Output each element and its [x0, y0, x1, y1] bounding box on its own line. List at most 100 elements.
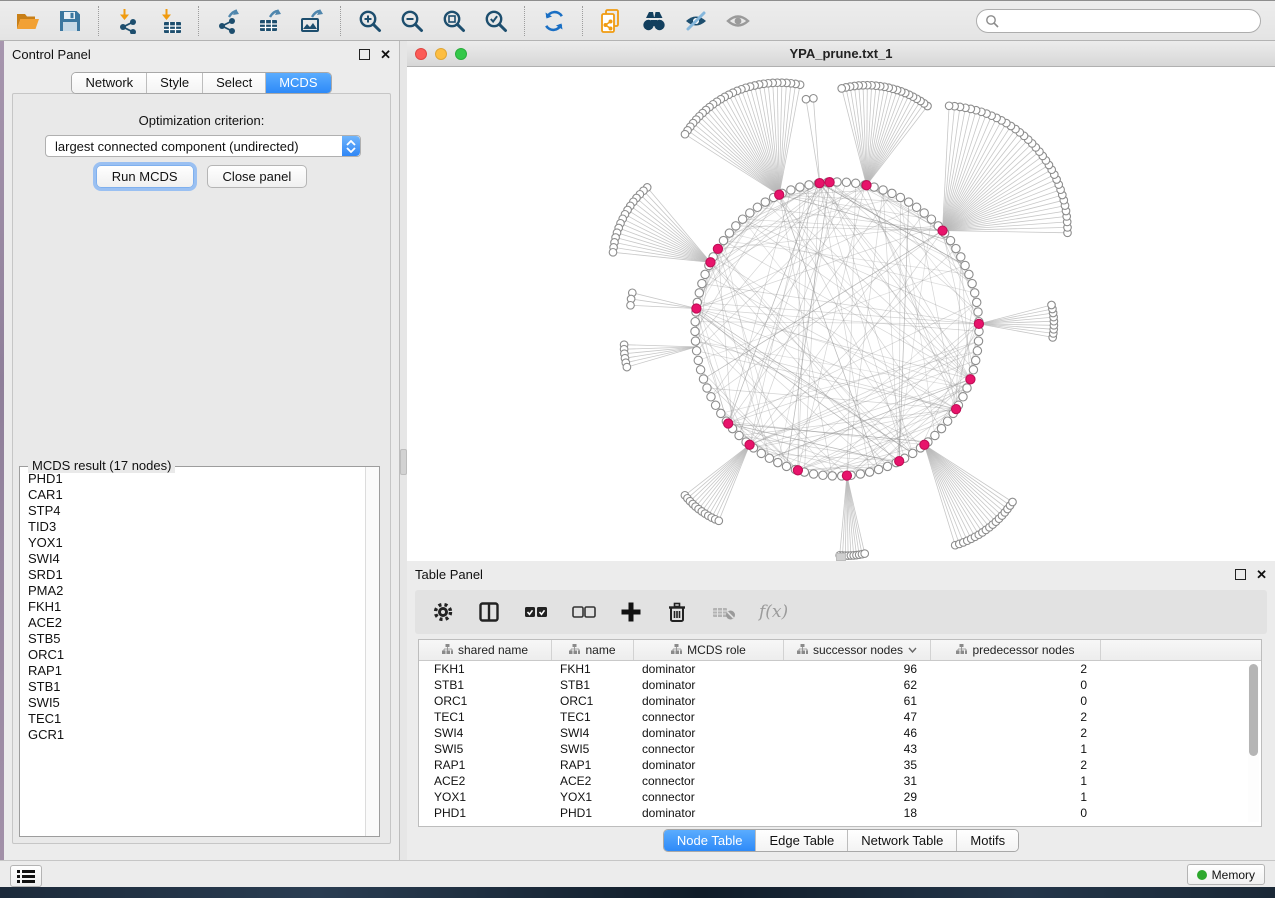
search-input[interactable] [1005, 13, 1252, 29]
network-node[interactable] [692, 347, 700, 355]
network-node[interactable] [968, 279, 976, 287]
network-node[interactable] [961, 261, 969, 269]
table-scrollbar[interactable] [1248, 664, 1259, 822]
mcds-result-item[interactable]: FKH1 [28, 599, 365, 615]
mcds-result-item[interactable]: TEC1 [28, 711, 365, 727]
delete-columns-button[interactable] [665, 600, 689, 624]
close-window-button[interactable] [415, 48, 427, 60]
mcds-result-item[interactable]: ORC1 [28, 647, 365, 663]
network-node[interactable] [703, 384, 711, 392]
table-row[interactable]: RAP1RAP1dominator352 [419, 757, 1261, 773]
network-node[interactable] [909, 449, 917, 457]
network-node[interactable] [927, 215, 935, 223]
mcds-hub-node[interactable] [793, 466, 802, 475]
mcds-hub-node[interactable] [966, 375, 975, 384]
network-node[interactable] [945, 102, 953, 110]
network-node[interactable] [937, 424, 945, 432]
network-node[interactable] [735, 431, 743, 439]
network-node[interactable] [965, 270, 973, 278]
network-node[interactable] [905, 198, 913, 206]
result-list-scrollbar[interactable] [365, 467, 379, 836]
mcds-result-item[interactable]: PMA2 [28, 583, 365, 599]
add-column-button[interactable] [619, 600, 643, 624]
zoom-out-button[interactable] [398, 7, 426, 35]
network-node[interactable] [952, 244, 960, 252]
close-panel-button[interactable]: Close panel [207, 165, 308, 188]
network-node[interactable] [838, 85, 846, 93]
network-node[interactable] [691, 337, 699, 345]
mcds-hub-node[interactable] [825, 178, 834, 187]
network-node[interactable] [931, 431, 939, 439]
network-node[interactable] [943, 417, 951, 425]
mcds-result-item[interactable]: YOX1 [28, 535, 365, 551]
network-node[interactable] [957, 253, 965, 261]
network-node[interactable] [946, 236, 954, 244]
table-tab-motifs[interactable]: Motifs [957, 830, 1018, 851]
table-row[interactable]: YOX1YOX1connector291 [419, 789, 1261, 805]
float-panel-icon[interactable] [359, 49, 370, 60]
panel-splitter[interactable] [400, 41, 407, 860]
mcds-result-item[interactable]: PHD1 [28, 471, 365, 487]
network-node[interactable] [852, 179, 860, 187]
network-node[interactable] [782, 462, 790, 470]
mcds-result-item[interactable]: STB1 [28, 679, 365, 695]
network-node[interactable] [974, 337, 982, 345]
function-builder-button[interactable]: f(x) [759, 602, 788, 622]
zoom-selected-button[interactable] [482, 7, 510, 35]
mcds-hub-node[interactable] [713, 244, 722, 253]
network-canvas[interactable] [407, 67, 1275, 561]
network-node[interactable] [972, 356, 980, 364]
table-tab-network-table[interactable]: Network Table [848, 830, 957, 851]
network-node[interactable] [691, 318, 699, 326]
network-node[interactable] [707, 393, 715, 401]
close-panel-icon[interactable]: ✕ [380, 50, 391, 59]
network-graph[interactable] [407, 67, 1275, 561]
export-image-button[interactable] [298, 7, 326, 35]
optimization-criterion-select[interactable]: largest connected component (undirected) [45, 135, 361, 157]
canvas-resize-handle[interactable] [836, 553, 846, 561]
network-node[interactable] [1048, 301, 1056, 309]
mcds-result-item[interactable]: CAR1 [28, 487, 365, 503]
table-row[interactable]: ORC1ORC1dominator610 [419, 693, 1261, 709]
network-node[interactable] [627, 302, 635, 310]
network-from-selection-button[interactable] [598, 7, 626, 35]
table-row[interactable]: ACE2ACE2connector311 [419, 773, 1261, 789]
float-panel-icon[interactable] [1235, 569, 1246, 580]
network-node[interactable] [711, 401, 719, 409]
network-node[interactable] [696, 366, 704, 374]
network-node[interactable] [973, 298, 981, 306]
maximize-window-button[interactable] [455, 48, 467, 60]
delete-table-button[interactable] [711, 600, 737, 624]
mcds-hub-node[interactable] [724, 419, 733, 428]
tab-mcds[interactable]: MCDS [266, 73, 330, 93]
table-row[interactable]: FKH1FKH1dominator962 [419, 661, 1261, 677]
table-row[interactable]: SWI5SWI5connector431 [419, 741, 1261, 757]
network-node[interactable] [809, 470, 817, 478]
network-node[interactable] [719, 236, 727, 244]
network-node[interactable] [698, 279, 706, 287]
mcds-hub-node[interactable] [842, 471, 851, 480]
mcds-hub-node[interactable] [974, 319, 983, 328]
network-node[interactable] [865, 468, 873, 476]
network-node[interactable] [623, 363, 631, 371]
network-node[interactable] [888, 189, 896, 197]
network-node[interactable] [732, 222, 740, 230]
hide-selected-button[interactable] [682, 7, 710, 35]
network-node[interactable] [757, 449, 765, 457]
mcds-result-item[interactable]: SWI5 [28, 695, 365, 711]
mcds-hub-node[interactable] [692, 304, 701, 313]
network-node[interactable] [805, 181, 813, 189]
tab-network[interactable]: Network [72, 73, 147, 93]
close-panel-icon[interactable]: ✕ [1256, 570, 1267, 579]
network-node[interactable] [963, 384, 971, 392]
mcds-hub-node[interactable] [952, 405, 961, 414]
mcds-result-item[interactable]: STB5 [28, 631, 365, 647]
network-node[interactable] [912, 203, 920, 211]
mcds-hub-node[interactable] [745, 440, 754, 449]
zoom-fit-button[interactable] [440, 7, 468, 35]
select-all-rows-button[interactable] [523, 600, 549, 624]
table-row[interactable]: PHD1PHD1dominator180 [419, 805, 1261, 821]
splitter-handle-icon[interactable] [400, 449, 407, 475]
column-header-predecessor-nodes[interactable]: predecessor nodes [931, 640, 1101, 660]
network-node[interactable] [874, 465, 882, 473]
